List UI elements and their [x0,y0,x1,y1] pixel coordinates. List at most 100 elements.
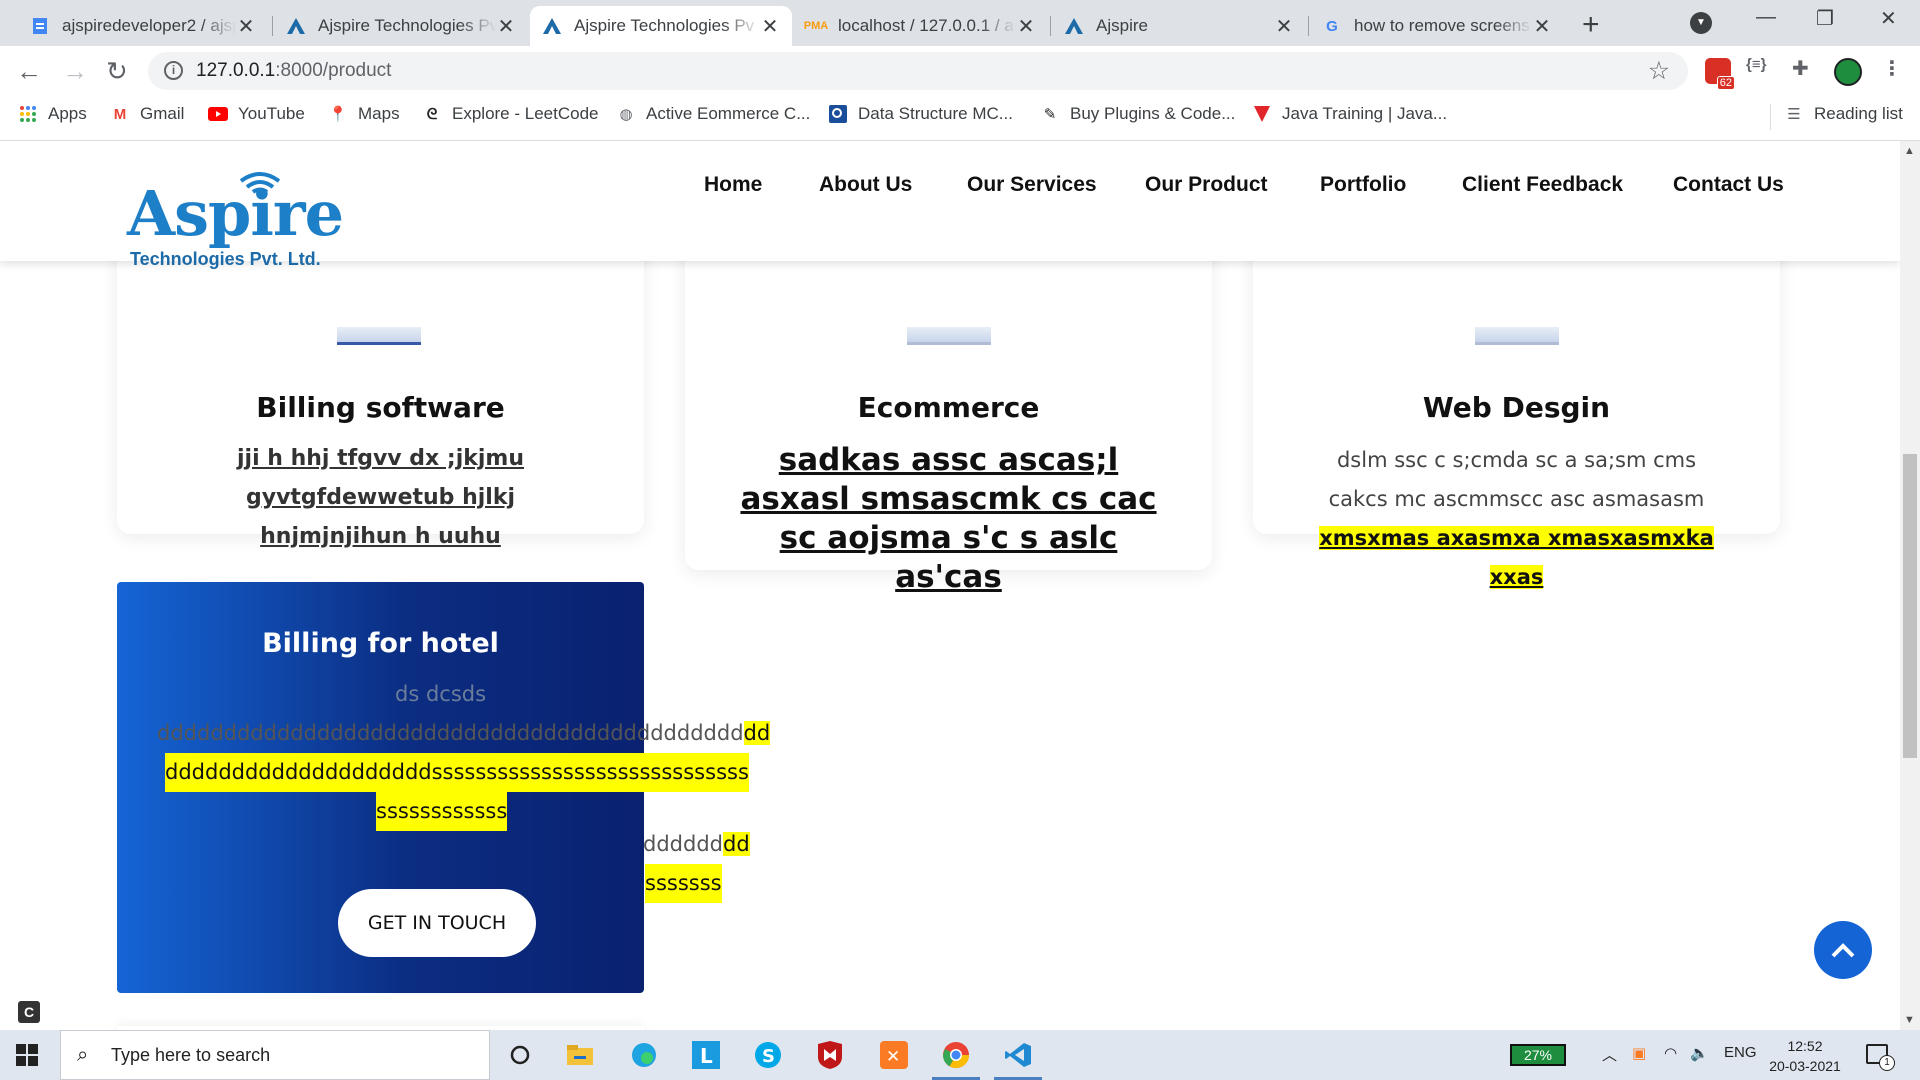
nav-portfolio[interactable]: Portfolio [1320,173,1406,197]
nav-our-product[interactable]: Our Product [1145,173,1268,197]
site-info-icon[interactable]: i [164,61,183,80]
back-icon[interactable]: ← [16,56,42,87]
skype-icon[interactable]: S [750,1037,786,1073]
close-tab-icon[interactable]: ✕ [1274,14,1294,39]
bookmark-gmail[interactable]: M Gmail [110,104,185,124]
product-title: Ecommerce [857,391,1040,424]
forward-icon[interactable]: → [62,56,88,87]
reload-icon[interactable]: ↻ [106,56,128,87]
menu-kebab-icon[interactable]: ⋮ [1882,56,1902,81]
browser-toolbar: ← → ↻ i 127.0.0.1:8000/product ☆ [0,46,1920,96]
scroll-up-icon[interactable]: ▲ [1904,145,1915,157]
puzzle-icon[interactable]: ✚ [1792,56,1809,81]
restore-icon[interactable]: ❐ [1816,6,1834,31]
battery-indicator[interactable]: 27% [1510,1044,1566,1066]
notification-icon[interactable]: 1 [1866,1044,1895,1071]
product-title: Web Desgin [1422,391,1611,424]
bookmark-apps[interactable]: Apps [18,104,87,124]
tab-title: how to remove screens [1354,16,1530,35]
product-card: Ecommerce sadkas assc ascas;l asxasl sms… [685,221,1212,595]
wifi-icon[interactable]: ◠ [1664,1044,1677,1062]
json-extension-icon[interactable]: {≡} [1746,56,1766,73]
task-view-icon[interactable] [502,1037,538,1073]
docs-icon [30,16,50,36]
nav-about-us[interactable]: About Us [819,173,912,197]
browser-tab-active[interactable]: Ajspire Technologies Pv ✕ [530,6,792,46]
product-image [337,327,421,345]
globe-icon: ◍ [619,106,633,123]
extension-icon[interactable]: 62 [1705,58,1735,90]
language-indicator[interactable]: ENG [1724,1044,1757,1061]
close-tab-icon[interactable]: ✕ [760,14,780,39]
bookmark-data-structure[interactable]: Data Structure MC... [828,104,1013,124]
bookmark-maps[interactable]: 📍 Maps [328,104,400,124]
url-text[interactable]: 127.0.0.1:8000/product [196,60,391,82]
nav-home[interactable]: Home [704,173,762,197]
browser-tab[interactable]: Ajspire Technologies Pv ✕ [274,6,528,46]
close-window-icon[interactable]: ✕ [1880,6,1897,31]
l-app-icon[interactable]: L [688,1037,724,1073]
mcafee-icon[interactable] [812,1037,848,1073]
close-tab-icon[interactable]: ✕ [1016,14,1036,39]
nav-contact-us[interactable]: Contact Us [1673,173,1784,197]
site-logo[interactable]: Aspire Technologies Pvt. Ltd. [127,171,344,271]
logo-tagline: Technologies Pvt. Ltd. [130,249,321,269]
reading-list[interactable]: ☰ Reading list [1784,104,1903,124]
bookmark-codecanyon[interactable]: ✎ Buy Plugins & Code... [1040,104,1236,124]
windows-start-icon[interactable] [16,1044,38,1071]
clock[interactable]: 12:52 20-03-2021 [1760,1036,1850,1076]
product-title: Billing for hotel [262,628,499,659]
browser-tab-strip: ajspiredeveloper2 / ajsp ✕ Ajspire Techn… [0,0,1920,46]
bookmarks-bar: Apps M Gmail YouTube 📍 Maps ᘓ Explore - Lee… [0,96,1920,141]
xampp-icon[interactable]: ✕ [876,1037,912,1073]
browser-tab[interactable]: G how to remove screens ✕ [1310,6,1564,46]
browser-tab[interactable]: Ajspire ✕ [1052,6,1306,46]
extension-c-icon[interactable]: C [18,1001,40,1023]
apps-grid-icon [18,104,38,124]
get-in-touch-button[interactable]: GET IN TOUCH [338,889,536,957]
minimize-icon[interactable]: — [1756,6,1776,29]
product-description: dslm ssc c s;cmda sc a sa;sm cms cakcs m… [1319,448,1714,589]
scrollbar-thumb[interactable] [1903,454,1917,758]
bookmark-youtube[interactable]: YouTube [208,104,305,124]
bookmark-java-training[interactable]: Java Training | Java... [1252,104,1447,124]
nav-client-feedback[interactable]: Client Feedback [1462,173,1623,197]
close-tab-icon[interactable]: ✕ [496,14,516,39]
aspire-icon [1064,16,1084,36]
aspire-icon [542,16,562,36]
site-header: Aspire Technologies Pvt. Ltd. Home About… [0,141,1900,269]
bookmark-leetcode[interactable]: ᘓ Explore - LeetCode [422,104,599,124]
edge-icon[interactable] [626,1037,662,1073]
leetcode-icon: ᘓ [426,105,438,123]
profile-icon[interactable] [1834,58,1862,86]
bookmark-icon [828,104,848,124]
bookmark-star-icon[interactable]: ☆ [1648,56,1670,86]
product-description: sadkas assc ascas;l asxasl smsascmk cs c… [740,442,1157,595]
scroll-down-icon[interactable]: ▼ [1904,1014,1915,1026]
nav-our-services[interactable]: Our Services [967,173,1097,197]
codecanyon-icon: ✎ [1043,106,1057,123]
back-to-top-button[interactable] [1814,921,1872,979]
page-scrollbar[interactable]: ▲ ▼ [1900,141,1920,1030]
volume-icon[interactable]: 🔈 [1690,1044,1709,1062]
windows-taskbar: ⌕ Type here to search L S ✕ 27% ︿ ▣ ◠ 🔈 … [0,1030,1920,1080]
close-tab-icon[interactable]: ✕ [1532,14,1552,39]
product-card: Web Desgin dslm ssc c s;cmda sc a sa;sm … [1253,221,1780,589]
page-viewport: Aspire Technologies Pvt. Ltd. Home About… [0,141,1900,1030]
vscode-icon[interactable] [994,1037,1042,1080]
bookmark-active-ecommerce[interactable]: ◍ Active Eommerce C... [616,104,810,124]
product-description: jji h hhj tfgvv dx ;jkjmu gyvtgfdewwetub… [237,446,524,549]
tab-search-icon[interactable]: ▼ [1690,12,1712,34]
chrome-icon[interactable] [932,1037,980,1080]
google-icon: G [1326,17,1338,35]
close-tab-icon[interactable]: ✕ [236,14,256,39]
new-tab-icon[interactable]: + [1582,8,1600,42]
browser-tab[interactable]: ajspiredeveloper2 / ajsp ✕ [18,6,268,46]
chevron-up-icon[interactable]: ︿ [1602,1044,1617,1065]
taskbar-search[interactable]: ⌕ Type here to search [60,1030,490,1080]
product-image [907,327,991,345]
file-explorer-icon[interactable] [562,1037,598,1073]
xampp-tray-icon[interactable]: ▣ [1632,1044,1646,1062]
browser-tab[interactable]: PMA localhost / 127.0.0.1 / a ✕ [794,6,1048,46]
address-bar[interactable]: i 127.0.0.1:8000/product ☆ [148,52,1688,90]
